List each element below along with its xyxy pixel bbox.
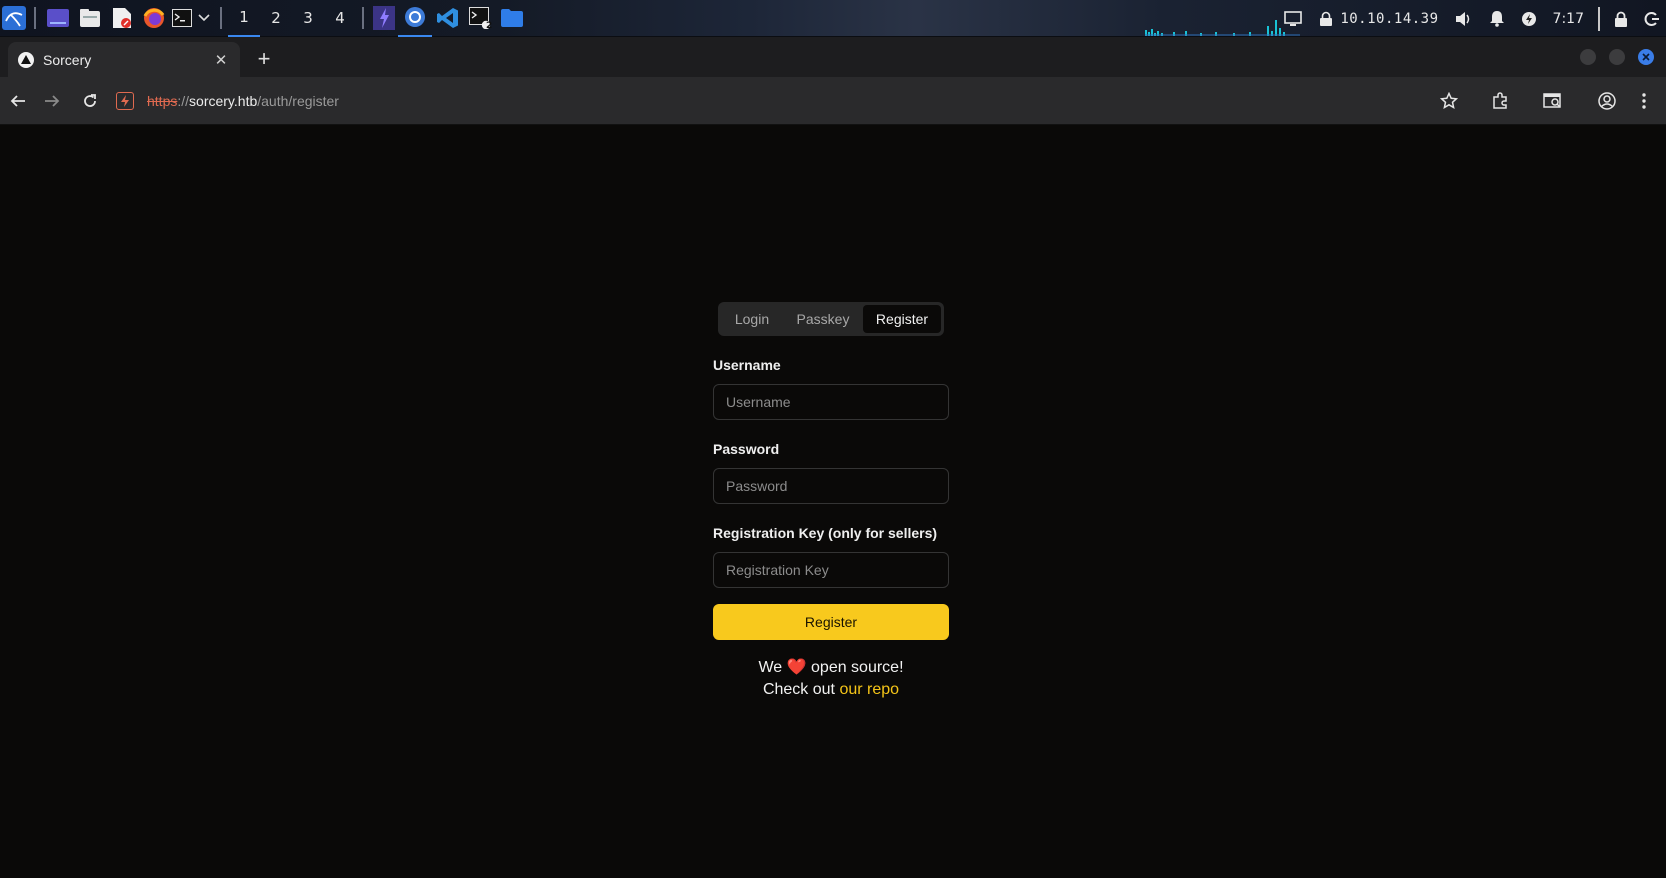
- workspace-1[interactable]: 1: [228, 0, 260, 37]
- site-favicon-icon: [18, 51, 34, 68]
- minimize-window-button[interactable]: [1580, 49, 1596, 65]
- kali-menu-icon[interactable]: [0, 0, 28, 37]
- new-tab-button[interactable]: +: [250, 45, 278, 73]
- open-source-note: We ❤️ open source!: [713, 657, 949, 677]
- terminal-icon[interactable]: [170, 0, 194, 37]
- clock[interactable]: 7:17: [1545, 0, 1592, 37]
- tab-login[interactable]: Login: [721, 305, 783, 333]
- url-text: https://sorcery.htb/auth/register: [147, 93, 339, 109]
- terminal-count-badge: 2: [486, 20, 493, 31]
- browser-menu-icon[interactable]: [1630, 87, 1658, 115]
- address-bar[interactable]: https://sorcery.htb/auth/register: [116, 86, 1456, 116]
- password-input[interactable]: [713, 468, 949, 504]
- heart-icon: ❤️: [786, 659, 807, 676]
- workspace-3[interactable]: 3: [292, 0, 324, 37]
- browser-toolbar: https://sorcery.htb/auth/register: [0, 77, 1666, 125]
- file-manager-icon[interactable]: [74, 0, 106, 37]
- repo-link[interactable]: our repo: [839, 681, 899, 698]
- browser-tab-strip: Sorcery ✕ +: [0, 37, 1666, 77]
- taskbar-divider: [220, 7, 222, 29]
- tab-search-icon[interactable]: [1539, 87, 1567, 115]
- url-scheme: https: [147, 93, 178, 109]
- tab-sorcery[interactable]: Sorcery ✕: [8, 42, 240, 77]
- maximize-window-button[interactable]: [1609, 49, 1625, 65]
- reload-button[interactable]: [76, 87, 104, 115]
- burp-icon[interactable]: [370, 0, 398, 37]
- repo-note: Check out our repo: [713, 681, 949, 699]
- password-label: Password: [713, 441, 780, 457]
- username-label: Username: [713, 357, 781, 373]
- not-secure-icon[interactable]: [116, 92, 134, 110]
- url-host: sorcery.htb: [189, 93, 258, 109]
- vpn-ip-label: 10.10.14.39: [1340, 10, 1439, 27]
- open-source-pre: We: [758, 659, 783, 676]
- forward-button[interactable]: [38, 87, 66, 115]
- power-status-icon[interactable]: [1513, 0, 1545, 37]
- notification-bell-icon[interactable]: [1481, 0, 1513, 37]
- bookmark-star-icon[interactable]: [1435, 87, 1463, 115]
- registration-key-label: Registration Key (only for sellers): [713, 525, 938, 541]
- display-icon[interactable]: [1276, 0, 1310, 37]
- registration-key-input[interactable]: [713, 552, 949, 588]
- username-input[interactable]: [713, 384, 949, 420]
- extensions-icon[interactable]: [1486, 87, 1514, 115]
- vscode-icon[interactable]: [432, 0, 464, 37]
- system-tray: 10.10.14.39 7:17: [1276, 0, 1666, 37]
- url-path: /auth/register: [257, 93, 339, 109]
- tab-passkey[interactable]: Passkey: [783, 305, 863, 333]
- terminal-window-icon[interactable]: 2: [464, 0, 496, 37]
- url-separator: ://: [177, 93, 190, 109]
- tray-divider: [1598, 6, 1600, 31]
- chevron-down-icon[interactable]: [194, 0, 214, 37]
- chromium-icon[interactable]: [398, 0, 432, 37]
- repo-note-pre: Check out: [762, 681, 835, 698]
- tab-register[interactable]: Register: [863, 305, 941, 333]
- volume-icon[interactable]: [1447, 0, 1481, 37]
- taskbar-divider: [362, 7, 364, 29]
- logout-icon[interactable]: [1636, 0, 1666, 37]
- profile-icon[interactable]: [1593, 87, 1621, 115]
- back-button[interactable]: [4, 87, 32, 115]
- show-desktop-icon[interactable]: [42, 0, 74, 37]
- register-button[interactable]: Register: [713, 604, 949, 640]
- vpn-lock-icon[interactable]: [1310, 0, 1338, 37]
- folder-icon[interactable]: [496, 0, 528, 37]
- auth-tabs: Login Passkey Register: [718, 302, 944, 336]
- open-source-post: open source!: [811, 659, 904, 676]
- os-taskbar: 1 2 3 4 2 10.10.14.39 7:17: [0, 0, 1666, 37]
- tab-title: Sorcery: [43, 51, 92, 68]
- workspace-2[interactable]: 2: [260, 0, 292, 37]
- close-tab-icon[interactable]: ✕: [212, 51, 230, 69]
- close-window-button[interactable]: [1638, 49, 1654, 65]
- workspace-4[interactable]: 4: [324, 0, 356, 37]
- lock-screen-icon[interactable]: [1606, 0, 1636, 37]
- taskbar-divider: [34, 7, 36, 29]
- firefox-icon[interactable]: [138, 0, 170, 37]
- text-editor-icon[interactable]: [106, 0, 138, 37]
